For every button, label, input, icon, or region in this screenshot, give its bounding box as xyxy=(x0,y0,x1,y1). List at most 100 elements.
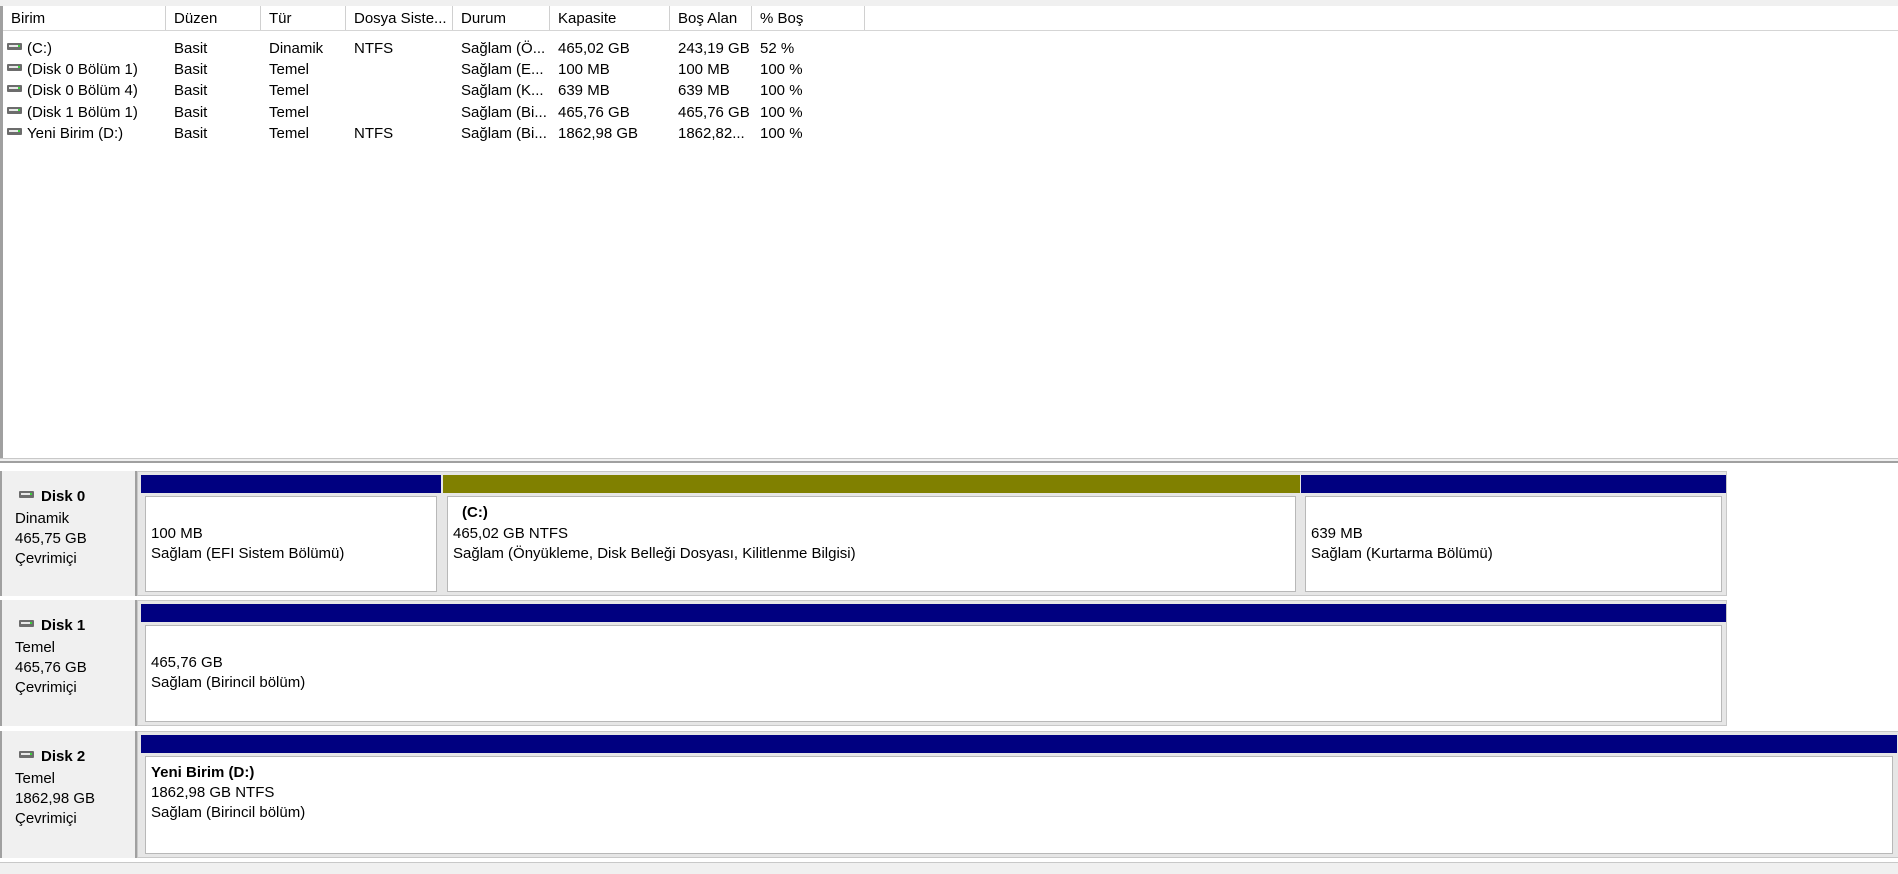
partition-status: Sağlam (EFI Sistem Bölümü) xyxy=(151,545,345,562)
partition-recovery[interactable]: 639 MB Sağlam (Kurtarma Bölümü) xyxy=(1301,475,1726,594)
disk-size: 1862,98 GB xyxy=(15,790,96,807)
cell-capacity: 465,76 GB xyxy=(558,103,630,121)
partition-status: Sağlam (Kurtarma Bölümü) xyxy=(1311,545,1493,562)
volume-row[interactable]: Yeni Birim (D:) Basit Temel NTFS Sağlam (Bi.… xyxy=(3,123,1898,144)
cell-name: Yeni Birim (D:) xyxy=(27,124,124,142)
cell-pct: 100 % xyxy=(760,103,803,121)
cell-status: Sağlam (Bi... xyxy=(461,124,547,142)
column-header-dosya-sistemi[interactable]: Dosya Siste... xyxy=(346,6,453,30)
cell-free: 100 MB xyxy=(678,61,730,79)
column-header-kapasite[interactable]: Kapasite xyxy=(550,6,670,30)
disk-type: Temel xyxy=(15,770,56,787)
partition-body: 100 MB Sağlam (EFI Sistem Bölümü) xyxy=(145,496,437,592)
disk-row-0: Disk 0 Dinamik 465,75 GB Çevrimiçi 100 M… xyxy=(0,471,1898,596)
cell-pct: 52 % xyxy=(760,40,795,57)
cell-name: (Disk 1 Bölüm 1) xyxy=(27,103,138,121)
drive-icon xyxy=(7,127,22,135)
disk-label-2[interactable]: Disk 2 Temel 1862,98 GB Çevrimiçi xyxy=(0,731,137,858)
drive-icon xyxy=(7,43,22,50)
status-strip xyxy=(0,862,1898,874)
cell-pct: 100 % xyxy=(760,124,803,142)
cell-free: 465,76 GB xyxy=(678,103,750,121)
partition-c[interactable]: (C:) 465,02 GB NTFS Sağlam (Önyükleme, D… xyxy=(443,475,1300,594)
partition-status: Sağlam (Önyükleme, Disk Belleği Dosyası,… xyxy=(453,545,856,562)
cell-layout: Basit xyxy=(174,103,208,121)
cell-status: Sağlam (Bi... xyxy=(461,103,547,121)
column-header-duzen[interactable]: Düzen xyxy=(166,6,261,30)
cell-fs: NTFS xyxy=(354,40,394,57)
cell-status: Sağlam (Ö... xyxy=(461,40,546,57)
cell-pct: 100 % xyxy=(760,82,803,100)
disk-row-2: Disk 2 Temel 1862,98 GB Çevrimiçi Yeni B… xyxy=(0,731,1898,858)
disk-track-1: 465,76 GB Sağlam (Birincil bölüm) xyxy=(137,600,1727,726)
cell-status: Sağlam (E... xyxy=(461,61,544,79)
partition-d[interactable]: Yeni Birim (D:) 1862,98 GB NTFS Sağlam (… xyxy=(141,735,1897,856)
disk-title: Disk 1 xyxy=(41,617,86,634)
disk-state: Çevrimiçi xyxy=(15,810,77,827)
cell-fs xyxy=(354,102,452,123)
disk-size: 465,75 GB xyxy=(15,530,87,547)
partition-status: Sağlam (Birincil bölüm) xyxy=(151,674,306,691)
cell-type: Temel xyxy=(269,124,310,142)
disk-state: Çevrimiçi xyxy=(15,550,77,567)
cell-type: Dinamik xyxy=(269,40,324,57)
cell-free: 639 MB xyxy=(678,82,730,100)
disk-title: Disk 2 xyxy=(41,748,86,765)
disk-map: Disk 0 Dinamik 465,75 GB Çevrimiçi 100 M… xyxy=(0,463,1898,873)
column-header-bos-alan[interactable]: Boş Alan xyxy=(670,6,752,30)
column-header-durum[interactable]: Durum xyxy=(453,6,550,30)
partition-disk1-primary[interactable]: 465,76 GB Sağlam (Birincil bölüm) xyxy=(141,604,1726,724)
column-header-yuzde-bos[interactable]: % Boş xyxy=(752,6,865,30)
drive-icon xyxy=(7,85,22,93)
volume-list[interactable]: Birim Düzen Tür Dosya Siste... Durum Kap… xyxy=(0,6,1898,458)
cell-layout: Basit xyxy=(174,61,208,79)
column-header-tur[interactable]: Tür xyxy=(261,6,346,30)
volume-row[interactable]: (Disk 0 Bölüm 1) Basit Temel Sağlam (E... 10… xyxy=(3,59,1898,80)
volume-row[interactable]: (Disk 0 Bölüm 4) Basit Temel Sağlam (K... 63… xyxy=(3,80,1898,101)
partition-efi[interactable]: 100 MB Sağlam (EFI Sistem Bölümü) xyxy=(141,475,441,594)
cell-fs: NTFS xyxy=(354,124,394,142)
cell-layout: Basit xyxy=(174,82,208,100)
cell-capacity: 100 MB xyxy=(558,61,610,79)
disk-title: Disk 0 xyxy=(41,488,86,505)
partition-size: 1862,98 GB NTFS xyxy=(151,784,275,801)
volume-row[interactable]: (C:) Basit Dinamik NTFS Sağlam (Ö... 465,02 G… xyxy=(3,38,1898,59)
disk-state: Çevrimiçi xyxy=(15,679,77,696)
cell-name: (Disk 0 Bölüm 1) xyxy=(27,61,138,79)
column-header-birim[interactable]: Birim xyxy=(3,6,166,30)
disk-icon xyxy=(19,620,34,627)
partition-bar xyxy=(141,475,441,493)
partition-body: 639 MB Sağlam (Kurtarma Bölümü) xyxy=(1305,496,1722,592)
cell-type: Temel xyxy=(269,61,310,79)
partition-bar xyxy=(443,475,1300,493)
partition-bar xyxy=(141,604,1726,622)
drive-icon xyxy=(7,106,22,114)
cell-layout: Basit xyxy=(174,40,208,57)
cell-fs xyxy=(354,59,452,80)
cell-capacity: 465,02 GB xyxy=(558,40,630,57)
drive-icon xyxy=(7,64,22,72)
partition-bar xyxy=(1301,475,1726,493)
disk-label-1[interactable]: Disk 1 Temel 465,76 GB Çevrimiçi xyxy=(0,600,137,726)
cell-layout: Basit xyxy=(174,124,208,142)
cell-status: Sağlam (K... xyxy=(461,82,544,100)
volume-row[interactable]: (Disk 1 Bölüm 1) Basit Temel Sağlam (Bi... 4… xyxy=(3,102,1898,123)
disk-icon xyxy=(19,751,34,758)
disk-icon xyxy=(19,491,34,498)
disk-track-2: Yeni Birim (D:) 1862,98 GB NTFS Sağlam (… xyxy=(137,731,1898,858)
partition-name: (C:) xyxy=(462,504,488,521)
disk-row-1: Disk 1 Temel 465,76 GB Çevrimiçi 465,76 … xyxy=(0,600,1898,726)
cell-fs xyxy=(354,80,452,101)
cell-name: (Disk 0 Bölüm 4) xyxy=(27,82,138,100)
partition-size: 465,76 GB xyxy=(151,654,223,671)
disk-type: Dinamik xyxy=(15,510,70,527)
cell-name: (C:) xyxy=(27,40,52,57)
partition-body: 465,76 GB Sağlam (Birincil bölüm) xyxy=(145,625,1722,722)
disk-track-0: 100 MB Sağlam (EFI Sistem Bölümü) (C:) 4… xyxy=(137,471,1727,596)
cell-free: 1862,82... xyxy=(678,124,745,142)
cell-capacity: 639 MB xyxy=(558,82,610,100)
cell-capacity: 1862,98 GB xyxy=(558,124,639,142)
cell-pct: 100 % xyxy=(760,61,803,79)
volume-list-header: Birim Düzen Tür Dosya Siste... Durum Kap… xyxy=(3,6,1898,31)
disk-label-0[interactable]: Disk 0 Dinamik 465,75 GB Çevrimiçi xyxy=(0,471,137,596)
